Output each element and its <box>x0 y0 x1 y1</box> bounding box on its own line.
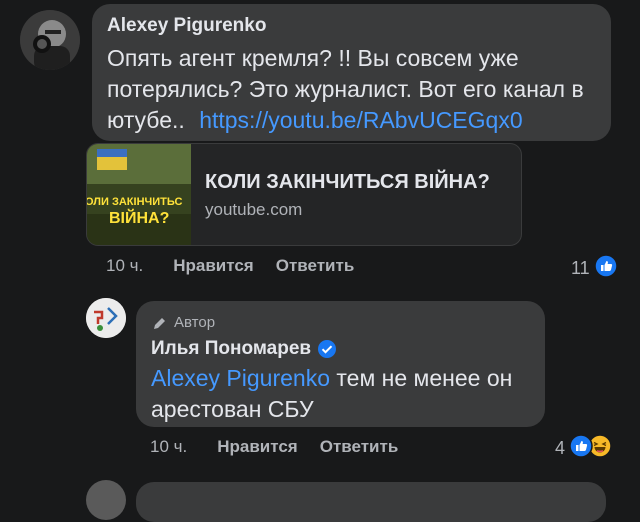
comment-meta-1: 10 ч. Нравится Ответить <box>106 256 354 276</box>
comment-author[interactable]: Илья Пономарев <box>151 338 311 360</box>
avatar-next[interactable] <box>86 480 126 520</box>
avatar-image <box>86 298 126 338</box>
thumbnail-text-2: ВІЙНА? <box>109 210 170 227</box>
comment-bubble-3 <box>136 482 606 522</box>
reaction-summary-2[interactable]: 4 <box>555 434 612 463</box>
reaction-summary-1[interactable]: 11 <box>571 254 618 283</box>
like-icon <box>569 434 593 463</box>
preview-title[interactable]: КОЛИ ЗАКІНЧИТЬСЯ ВІЙНА? <box>205 171 490 194</box>
comment-bubble-1: Alexey Pigurenko Опять агент кремля? !! … <box>92 4 611 141</box>
video-thumbnail: ОЛИ ЗАКІНЧИТЬС ВІЙНА? <box>87 144 191 245</box>
youtube-link[interactable]: https://youtu.be/RAbvUCEGqx0 <box>199 107 522 133</box>
verified-icon <box>318 340 337 358</box>
like-icon <box>593 254 618 283</box>
comment-author[interactable]: Alexey Pigurenko <box>107 15 266 37</box>
comment-bubble-2: Автор Илья Пономарев Alexey Pigurenko те… <box>136 301 545 427</box>
author-badge: Автор <box>152 314 215 331</box>
preview-domain: youtube.com <box>205 200 303 219</box>
comment-text: Опять агент кремля? !! Вы совсем уже пот… <box>107 43 597 136</box>
comment-text: Alexey Pigurenko тем не менее он арестов… <box>151 363 536 425</box>
comment-author-row: Илья Пономарев <box>151 338 337 360</box>
reply-button[interactable]: Ответить <box>276 256 355 276</box>
author-badge-label: Автор <box>174 314 216 331</box>
avatar-ilya[interactable] <box>86 298 126 338</box>
like-button[interactable]: Нравится <box>173 256 254 276</box>
comment-body-line1: тем не менее он <box>336 365 513 391</box>
thumbnail-text-1: ОЛИ ЗАКІНЧИТЬС <box>86 196 183 208</box>
comment-time[interactable]: 10 ч. <box>106 256 143 276</box>
mention-link[interactable]: Alexey Pigurenko <box>151 365 330 391</box>
comment-body-line2: арестован СБУ <box>151 396 314 422</box>
avatar-photo <box>20 10 80 70</box>
comment-meta-2: 10 ч. Нравится Ответить <box>150 437 398 457</box>
avatar-alexey[interactable] <box>20 10 80 70</box>
reaction-count: 4 <box>555 438 566 458</box>
reaction-count: 11 <box>571 258 590 278</box>
pencil-icon <box>154 316 167 329</box>
like-button[interactable]: Нравится <box>217 437 298 457</box>
link-preview-card[interactable]: ОЛИ ЗАКІНЧИТЬС ВІЙНА? КОЛИ ЗАКІНЧИТЬСЯ В… <box>86 143 522 246</box>
reply-button[interactable]: Ответить <box>320 437 399 457</box>
comment-time[interactable]: 10 ч. <box>150 437 187 457</box>
